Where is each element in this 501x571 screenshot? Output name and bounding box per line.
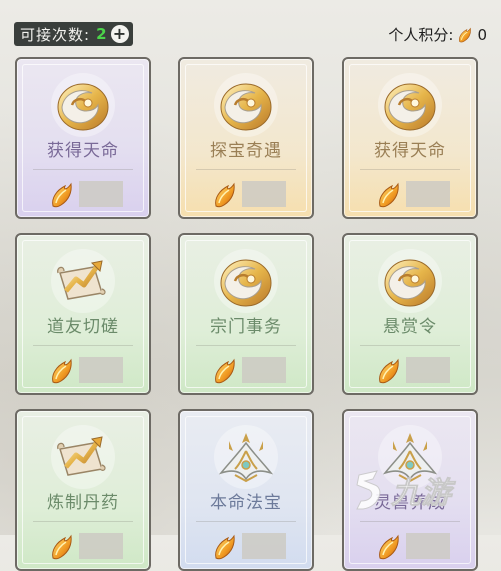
task-card-title: 炼制丹药 xyxy=(47,493,119,513)
reward-amount-box xyxy=(406,357,450,383)
swirl-orb-icon xyxy=(381,253,439,311)
accept-count-value: 2 xyxy=(96,25,107,43)
accept-count-label: 可接次数: xyxy=(20,25,91,44)
reward-amount-box xyxy=(242,533,286,559)
reward-amount-box xyxy=(242,181,286,207)
task-card[interactable]: 获得天命 xyxy=(15,57,151,219)
card-divider xyxy=(360,521,460,522)
feather-coin-icon xyxy=(456,25,474,45)
accept-count-panel: 可接次数: 2 + xyxy=(14,22,133,46)
artifact-crown-icon xyxy=(217,429,275,487)
reward-amount-box xyxy=(406,533,450,559)
task-card-title: 获得天命 xyxy=(47,141,119,161)
card-divider xyxy=(196,345,296,346)
card-divider xyxy=(196,169,296,170)
card-divider xyxy=(360,169,460,170)
feather-coin-icon xyxy=(374,180,404,210)
task-card[interactable]: 悬赏令 xyxy=(342,233,478,395)
swirl-orb-icon xyxy=(217,77,275,135)
task-card[interactable]: 炼制丹药 xyxy=(15,409,151,571)
swirl-orb-icon xyxy=(54,77,112,135)
task-card[interactable]: 道友切磋 xyxy=(15,233,151,395)
card-divider xyxy=(33,521,133,522)
jiuyou-logo-icon xyxy=(356,470,381,510)
task-card-title: 悬赏令 xyxy=(383,317,437,337)
task-card[interactable]: 宗门事务 xyxy=(178,233,314,395)
feather-coin-icon xyxy=(47,180,77,210)
reward-amount-box xyxy=(79,181,123,207)
task-card-title: 获得天命 xyxy=(374,141,446,161)
card-divider xyxy=(33,345,133,346)
jiuyou-watermark: 九游 xyxy=(356,470,456,511)
task-card-title: 探宝奇遇 xyxy=(210,141,282,161)
feather-coin-icon xyxy=(374,356,404,386)
task-card-title: 宗门事务 xyxy=(210,317,282,337)
swirl-orb-icon xyxy=(217,253,275,311)
reward-amount-box xyxy=(79,357,123,383)
personal-points: 个人积分: 0 xyxy=(388,24,487,45)
task-card-title: 本命法宝 xyxy=(210,493,282,513)
card-divider xyxy=(360,345,460,346)
task-card-title: 道友切磋 xyxy=(47,317,119,337)
points-label: 个人积分: xyxy=(388,26,454,44)
feather-coin-icon xyxy=(210,356,240,386)
task-card[interactable]: 本命法宝 xyxy=(178,409,314,571)
feather-coin-icon xyxy=(210,532,240,562)
feather-coin-icon xyxy=(374,532,404,562)
scroll-arrow-icon xyxy=(54,429,112,487)
scroll-arrow-icon xyxy=(54,253,112,311)
task-card[interactable]: 探宝奇遇 xyxy=(178,57,314,219)
feather-coin-icon xyxy=(47,532,77,562)
task-card[interactable]: 获得天命 xyxy=(342,57,478,219)
card-divider xyxy=(196,521,296,522)
add-count-button[interactable]: + xyxy=(110,25,129,43)
feather-coin-icon xyxy=(47,356,77,386)
top-bar: 可接次数: 2 + 个人积分: 0 xyxy=(14,22,487,48)
reward-amount-box xyxy=(242,357,286,383)
card-divider xyxy=(33,169,133,170)
reward-amount-box xyxy=(79,533,123,559)
points-value: 0 xyxy=(477,25,487,44)
watermark-text: 九游 xyxy=(390,476,456,511)
swirl-orb-icon xyxy=(381,77,439,135)
feather-coin-icon xyxy=(210,180,240,210)
reward-amount-box xyxy=(406,181,450,207)
